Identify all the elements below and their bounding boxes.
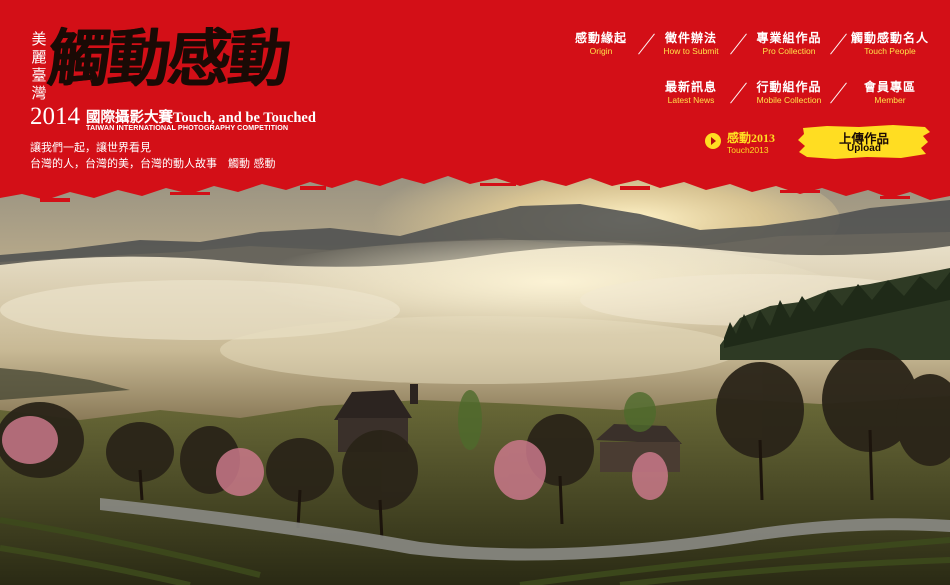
nav-label: 行動組作品 bbox=[756, 80, 822, 94]
logo-char: 麗 bbox=[31, 48, 47, 66]
upload-label-en: Upload bbox=[847, 143, 881, 154]
nav-label-en: Latest News bbox=[667, 95, 715, 105]
touch2013-label-en: Touch2013 bbox=[727, 145, 769, 155]
touch2013-label: 感動2013 bbox=[727, 131, 776, 145]
logo-char: 美 bbox=[31, 30, 47, 48]
nav-label-en: Origin bbox=[589, 46, 613, 56]
logo-subtitle: TAIWAN INTERNATIONAL PHOTOGRAPHY COMPETI… bbox=[86, 123, 289, 132]
nav-label-en: Member bbox=[874, 95, 906, 105]
nav-label-en: Mobile Collection bbox=[756, 95, 822, 105]
touch2013-link[interactable]: 感動2013 Touch2013 bbox=[705, 131, 775, 156]
logo-calligraphy[interactable]: 觸動感動 bbox=[44, 22, 292, 96]
nav-touch-people[interactable]: 觸動感動名人 Touch People bbox=[842, 31, 938, 57]
nav-label-en: Touch People bbox=[864, 46, 916, 56]
nav-label: 感動緣起 bbox=[574, 31, 627, 45]
nav-label-en: How to Submit bbox=[663, 46, 719, 56]
nav-pro-collection[interactable]: 專業組作品 Pro Collection bbox=[741, 31, 837, 57]
nav-mobile-collection[interactable]: 行動組作品 Mobile Collection bbox=[741, 80, 837, 106]
nav-label-en: Pro Collection bbox=[762, 46, 816, 56]
logo-year: 2014 bbox=[30, 103, 80, 130]
nav-member[interactable]: 會員專區 Member bbox=[842, 80, 938, 106]
tagline-line-2: 台灣的人，台灣的美，台灣的動人故事 觸動 感動 bbox=[30, 157, 276, 170]
upload-button[interactable]: 上傳作品 Upload bbox=[797, 124, 931, 160]
nav-how-to-submit[interactable]: 徵件辦法 How to Submit bbox=[643, 31, 739, 57]
nav-label: 會員專區 bbox=[863, 80, 916, 94]
nav-origin[interactable]: 感動緣起 Origin bbox=[553, 31, 649, 57]
nav-label: 徵件辦法 bbox=[664, 31, 717, 45]
nav-label: 專業組作品 bbox=[756, 31, 822, 45]
nav-latest-news[interactable]: 最新訊息 Latest News bbox=[643, 80, 739, 106]
nav-label: 最新訊息 bbox=[664, 80, 717, 94]
arrow-right-circle-icon bbox=[705, 133, 721, 149]
tagline-line-1: 讓我們一起，讓世界看見 bbox=[30, 141, 151, 154]
nav-label: 觸動感動名人 bbox=[850, 31, 929, 45]
